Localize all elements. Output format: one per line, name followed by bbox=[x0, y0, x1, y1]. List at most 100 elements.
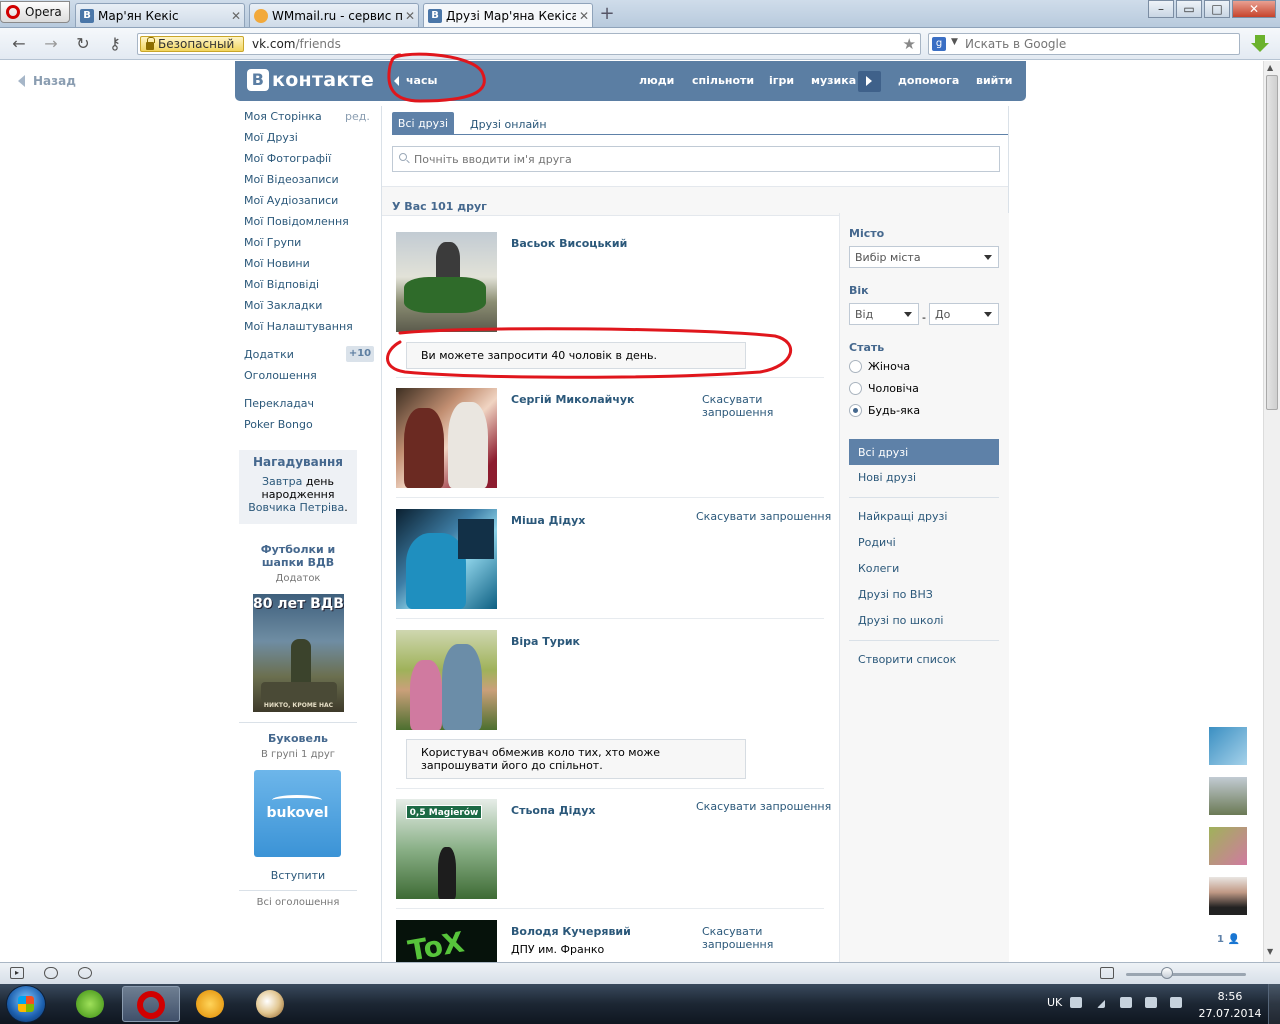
city-select[interactable]: Вибір міста bbox=[849, 246, 999, 268]
utorrent-taskbar-button[interactable] bbox=[62, 986, 120, 1022]
chat-avatar[interactable] bbox=[1209, 877, 1247, 915]
menu-my-photos[interactable]: Мої Фотографії bbox=[244, 152, 331, 165]
list-all-friends[interactable]: Всі друзі bbox=[849, 439, 999, 465]
download-icon[interactable] bbox=[1250, 33, 1270, 55]
list-new-friends[interactable]: Нові друзі bbox=[858, 471, 916, 484]
browser-tab-3-active[interactable]: В Друзі Мар'яна Кекіса |... ✕ bbox=[423, 3, 593, 27]
menu-ads[interactable]: Оголошення bbox=[244, 369, 317, 382]
start-button[interactable] bbox=[6, 985, 46, 1023]
page-scrollbar[interactable]: ▲ ▼ bbox=[1263, 61, 1280, 962]
back-link[interactable]: Назад bbox=[18, 74, 76, 88]
input-language[interactable]: UK bbox=[1047, 996, 1062, 1009]
cloud-icon[interactable] bbox=[44, 967, 58, 979]
new-tab-button[interactable]: + bbox=[596, 5, 618, 25]
show-hidden-icons-icon[interactable] bbox=[1097, 997, 1105, 1008]
close-tab-icon[interactable]: ✕ bbox=[402, 9, 418, 23]
friend-name[interactable]: Віра Турик bbox=[511, 635, 580, 648]
menu-apps[interactable]: Додатки bbox=[244, 348, 294, 361]
sex-any-radio[interactable] bbox=[849, 404, 862, 417]
age-to-select[interactable]: До bbox=[929, 303, 999, 325]
browser-tab-1[interactable]: В Мар'ян Кекіс ✕ bbox=[75, 3, 245, 27]
close-window-button[interactable]: ✕ bbox=[1232, 0, 1276, 18]
address-field[interactable]: Безопасный vk.com/friends ★ bbox=[137, 33, 921, 55]
friend-name[interactable]: Сергій Миколайчук bbox=[511, 393, 635, 406]
user-status[interactable]: часы bbox=[406, 74, 437, 87]
web-search-box[interactable]: g ▼ bbox=[928, 33, 1240, 55]
menu-my-bookmarks[interactable]: Мої Закладки bbox=[244, 299, 322, 312]
sex-male-radio[interactable] bbox=[849, 382, 862, 395]
friend-photo[interactable] bbox=[396, 388, 497, 488]
menu-my-videos[interactable]: Мої Відеозаписи bbox=[244, 173, 339, 186]
zoom-slider-knob[interactable] bbox=[1161, 967, 1173, 979]
nav-help[interactable]: допомога bbox=[898, 74, 959, 87]
friend-name[interactable]: Васьок Висоцький bbox=[511, 237, 627, 250]
nav-logout[interactable]: вийти bbox=[976, 74, 1012, 87]
cancel-invite-link[interactable]: Скасувати запрошення bbox=[702, 393, 782, 419]
create-list-link[interactable]: Створити список bbox=[858, 653, 956, 666]
all-ads-link[interactable]: Всі оголошення bbox=[239, 897, 357, 908]
key-icon[interactable]: ⚷ bbox=[104, 34, 126, 54]
zoom-slider-track[interactable] bbox=[1126, 973, 1246, 976]
apps-count-badge[interactable]: +10 bbox=[346, 346, 374, 362]
scroll-up-icon[interactable]: ▲ bbox=[1267, 63, 1273, 72]
ad-bukovel-image[interactable]: bukovel bbox=[254, 770, 341, 857]
music-play-icon[interactable] bbox=[858, 71, 881, 92]
speed-dial-icon[interactable] bbox=[78, 967, 92, 979]
fit-page-icon[interactable] bbox=[1100, 967, 1114, 979]
clock-time[interactable]: 8:56 bbox=[1200, 990, 1260, 1003]
sex-male-label[interactable]: Чоловіча bbox=[868, 382, 919, 395]
ad-vdv-image[interactable]: 80 лет ВДВ НИКТО, КРОМЕ НАС bbox=[253, 594, 344, 712]
cancel-invite-link[interactable]: Скасувати запрошення bbox=[702, 925, 782, 951]
friend-photo[interactable] bbox=[396, 232, 497, 332]
menu-my-page[interactable]: Моя Сторінка bbox=[244, 110, 322, 123]
menu-my-groups[interactable]: Мої Групи bbox=[244, 236, 301, 249]
friend-search-box[interactable] bbox=[392, 146, 1000, 172]
friend-photo[interactable] bbox=[396, 509, 497, 609]
join-group-link[interactable]: Вступити bbox=[239, 869, 357, 882]
friend-name[interactable]: Стьопа Дідух bbox=[511, 804, 596, 817]
browser-tab-2[interactable]: WMmail.ru - сервис п... ✕ bbox=[249, 3, 419, 27]
opera-taskbar-button[interactable] bbox=[122, 986, 180, 1022]
back-arrow-icon[interactable]: ← bbox=[8, 34, 30, 54]
restore-window-button[interactable]: ▭ bbox=[1176, 0, 1202, 18]
sex-female-radio[interactable] bbox=[849, 360, 862, 373]
clock-date[interactable]: 27.07.2014 bbox=[1195, 1007, 1265, 1020]
friend-photo[interactable]: 0,5 Magierów bbox=[396, 799, 497, 899]
menu-my-audio[interactable]: Мої Аудіозаписи bbox=[244, 194, 338, 207]
list-best-friends[interactable]: Найкращі друзі bbox=[858, 510, 947, 523]
show-desktop-button[interactable] bbox=[1268, 984, 1280, 1024]
tab-friends-online[interactable]: Друзі онлайн bbox=[470, 118, 547, 131]
chat-avatar[interactable] bbox=[1209, 727, 1247, 765]
tab-all-friends[interactable]: Всі друзі bbox=[392, 112, 454, 135]
cancel-invite-link[interactable]: Скасувати запрошення bbox=[696, 800, 831, 813]
web-search-input[interactable] bbox=[965, 35, 1225, 53]
paint-taskbar-button[interactable] bbox=[242, 986, 300, 1022]
close-tab-icon[interactable]: ✕ bbox=[576, 9, 592, 23]
security-badge[interactable]: Безопасный bbox=[140, 36, 244, 52]
friend-name[interactable]: Міша Дідух bbox=[511, 514, 585, 527]
nav-communities[interactable]: спільноти bbox=[692, 74, 754, 87]
menu-my-messages[interactable]: Мої Повідомлення bbox=[244, 215, 349, 228]
menu-my-news[interactable]: Мої Новини bbox=[244, 257, 310, 270]
minimize-window-button[interactable]: – bbox=[1148, 0, 1174, 18]
chevron-down-icon[interactable]: ▼ bbox=[951, 37, 958, 47]
panel-toggle-icon[interactable]: ▸ bbox=[10, 967, 24, 979]
opera-menu-button[interactable]: Opera bbox=[0, 1, 70, 23]
list-colleagues[interactable]: Колеги bbox=[858, 562, 899, 575]
scroll-thumb[interactable] bbox=[1266, 75, 1278, 410]
online-chat-count[interactable]: 1 👤 bbox=[1217, 934, 1240, 945]
reminder-person-link[interactable]: Вовчика Петріва bbox=[248, 501, 344, 514]
friend-photo[interactable]: ToX bbox=[396, 920, 497, 962]
nav-games[interactable]: ігри bbox=[769, 74, 794, 87]
menu-my-settings[interactable]: Мої Налаштування bbox=[244, 320, 353, 333]
ad-bukovel-title[interactable]: Буковель bbox=[239, 732, 357, 745]
url-text[interactable]: vk.com/friends bbox=[252, 37, 341, 51]
nav-people[interactable]: люди bbox=[639, 74, 674, 87]
nav-music[interactable]: музика bbox=[811, 74, 856, 87]
vk-logo[interactable]: В контакте bbox=[247, 69, 374, 91]
bookmark-star-icon[interactable]: ★ bbox=[903, 35, 916, 53]
friend-search-input[interactable] bbox=[414, 151, 974, 167]
cancel-invite-link[interactable]: Скасувати запрошення bbox=[696, 510, 831, 523]
sex-any-label[interactable]: Будь-яка bbox=[868, 404, 920, 417]
chat-avatar[interactable] bbox=[1209, 827, 1247, 865]
